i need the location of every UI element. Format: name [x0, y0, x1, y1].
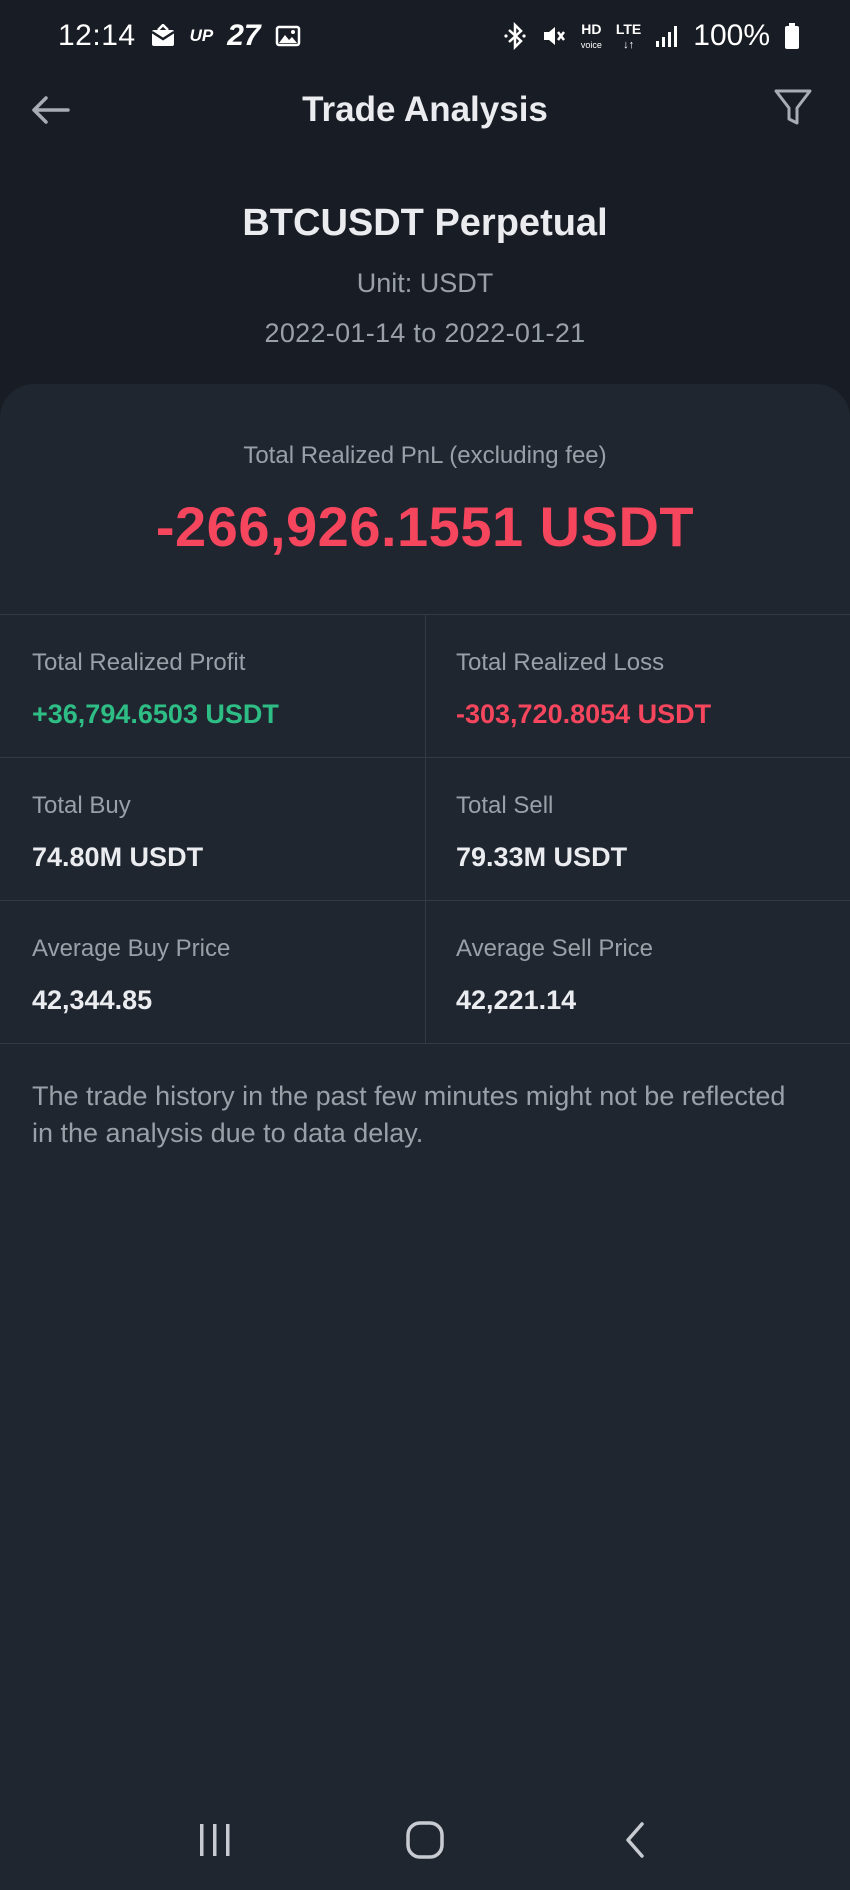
analysis-card: Total Realized PnL (excluding fee) -266,…: [0, 384, 850, 1890]
total-buy-cell: Total Buy 74.80M USDT: [0, 758, 426, 900]
average-sell-price-cell: Average Sell Price 42,221.14: [426, 901, 850, 1043]
average-sell-price-value: 42,221.14: [456, 985, 577, 1015]
mute-icon: [541, 23, 567, 49]
stats-row: Total Realized Profit +36,794.6503 USDT …: [0, 615, 850, 758]
total-realized-loss-cell: Total Realized Loss -303,720.8054 USDT: [426, 615, 850, 757]
average-buy-price-cell: Average Buy Price 42,344.85: [0, 901, 426, 1043]
total-realized-loss-value: -303,720.8054 USDT: [456, 699, 712, 729]
recent-apps-icon: [200, 1824, 230, 1856]
hd-sub-label: voice: [580, 40, 602, 50]
status-bar: 12:14 UP 27 HD voice LTE ↓↑ 100%: [0, 0, 850, 72]
bluetooth-icon: [503, 22, 527, 50]
stat-label: Total Realized Loss: [456, 649, 665, 676]
stat-label: Total Realized Profit: [32, 649, 246, 676]
stat-label: Total Buy: [32, 792, 131, 819]
page-title: Trade Analysis: [302, 90, 548, 129]
filter-button[interactable]: [770, 84, 816, 130]
status-bar-right: HD voice LTE ↓↑ 100%: [503, 19, 800, 53]
chevron-left-icon: [626, 1822, 644, 1858]
calendar-notification-icon: 27: [227, 19, 261, 52]
battery-percentage: 100%: [693, 19, 770, 52]
signal-strength-icon: [655, 24, 679, 48]
system-navigation-bar: [0, 1790, 850, 1890]
total-sell-value: 79.33M USDT: [456, 842, 628, 872]
status-bar-left: 12:14 UP 27: [58, 19, 301, 53]
lte-arrows-icon: ↓↑: [623, 38, 635, 51]
status-time: 12:14: [58, 19, 136, 52]
stat-label: Total Sell: [456, 792, 554, 819]
lte-label: LTE: [615, 20, 642, 37]
total-sell-cell: Total Sell 79.33M USDT: [426, 758, 850, 900]
date-range: 2022-01-14 to 2022-01-21: [264, 318, 586, 348]
home-button[interactable]: [395, 1810, 455, 1870]
total-realized-profit-cell: Total Realized Profit +36,794.6503 USDT: [0, 615, 426, 757]
data-delay-note: The trade history in the past few minute…: [32, 1081, 786, 1148]
total-pnl-value: -266,926.1551 USDT: [155, 495, 695, 558]
average-buy-price-value: 42,344.85: [32, 985, 153, 1015]
total-buy-value: 74.80M USDT: [32, 842, 204, 872]
recent-apps-button[interactable]: [185, 1810, 245, 1870]
unit-label: Unit: USDT: [356, 268, 494, 298]
stats-row: Average Buy Price 42,344.85 Average Sell…: [0, 901, 850, 1044]
image-notification-icon: [275, 24, 301, 48]
hd-label: HD: [581, 21, 602, 37]
trade-analysis-screen: 12:14 UP 27 HD voice LTE ↓↑ 100% Trade A…: [0, 0, 850, 1890]
mail-notification-icon: [150, 24, 176, 48]
total-pnl-label: Total Realized PnL (excluding fee): [243, 442, 607, 469]
header: Trade Analysis BTCUSDT Perpetual Unit: U…: [0, 72, 850, 417]
hd-voice-icon: HD voice: [581, 22, 602, 50]
up-app-icon: UP: [189, 26, 214, 45]
battery-icon: [784, 22, 800, 50]
lte-icon: LTE ↓↑: [616, 22, 641, 51]
stat-label: Average Buy Price: [32, 935, 231, 962]
stat-label: Average Sell Price: [456, 935, 653, 962]
filter-icon: [774, 89, 812, 125]
home-icon: [406, 1821, 444, 1859]
contract-symbol: BTCUSDT Perpetual: [242, 202, 608, 244]
total-realized-profit-value: +36,794.6503 USDT: [32, 699, 279, 729]
stats-row: Total Buy 74.80M USDT Total Sell 79.33M …: [0, 758, 850, 901]
stats-grid: Total Realized Profit +36,794.6503 USDT …: [0, 614, 850, 1044]
system-back-button[interactable]: [605, 1810, 665, 1870]
